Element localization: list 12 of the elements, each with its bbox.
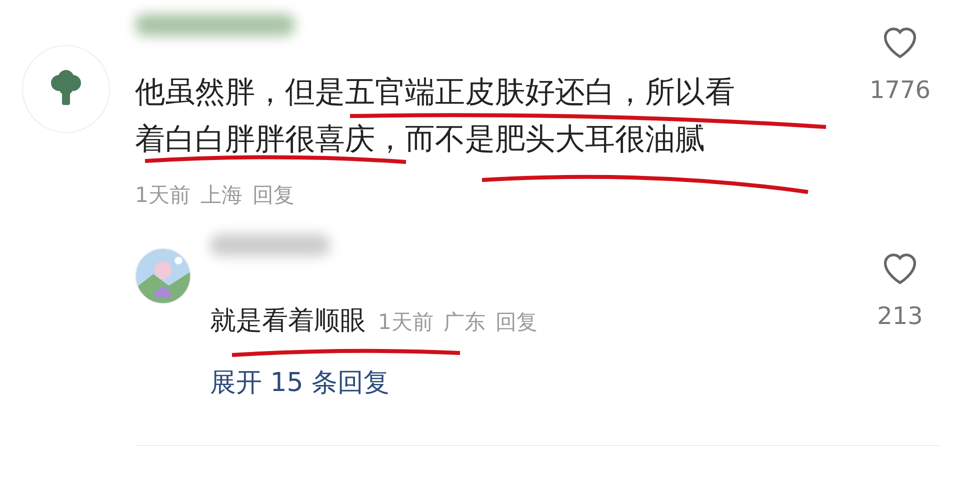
reply-location: 广东 bbox=[443, 309, 486, 336]
comment-time: 1天前 bbox=[135, 182, 190, 208]
comment-text-line: 他虽然胖，但是五官端正皮肤好还白，所以看 bbox=[135, 77, 735, 109]
reply-link[interactable]: 回复 bbox=[252, 182, 294, 208]
comment-text-line: 着白白胖胖很喜庆，而不是肥头大耳很油腻 bbox=[135, 124, 705, 156]
expand-replies-link[interactable]: 展开 15 条回复 bbox=[210, 367, 390, 399]
like-count: 1776 bbox=[869, 76, 931, 104]
reply-link[interactable]: 回复 bbox=[495, 309, 538, 338]
reply-text: 就是看着顺眼 bbox=[210, 305, 366, 338]
comment-location: 上海 bbox=[200, 182, 242, 208]
reply-time: 1天前 bbox=[378, 309, 434, 336]
like-count: 213 bbox=[877, 302, 923, 330]
